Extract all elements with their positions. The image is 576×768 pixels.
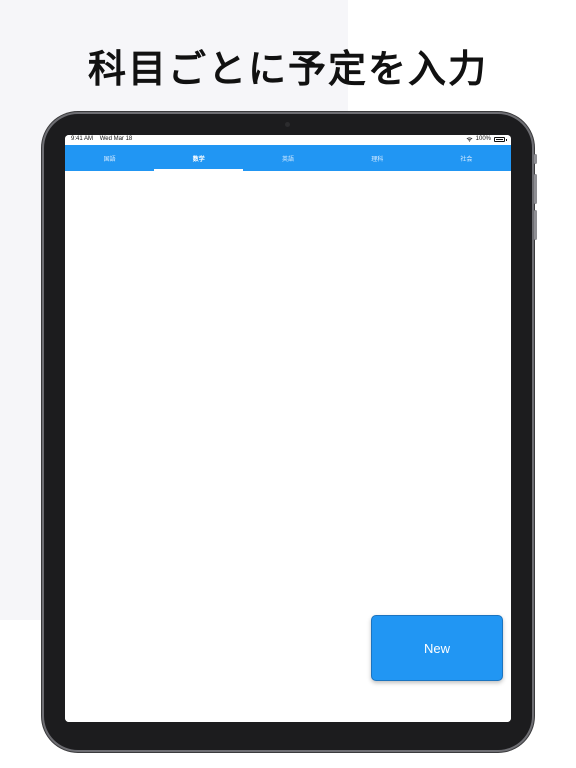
tab-eigo[interactable]: 英語 bbox=[243, 145, 332, 171]
tab-kokugo[interactable]: 国語 bbox=[65, 145, 154, 171]
status-bar: 9:41 AM Wed Mar 18 100% bbox=[65, 135, 511, 145]
page: 科目ごとに予定を入力 9:41 AM Wed Mar 18 100% 国語 数学… bbox=[0, 0, 576, 768]
tab-shakai[interactable]: 社会 bbox=[422, 145, 511, 171]
status-right: 100% bbox=[466, 136, 507, 142]
tab-rika[interactable]: 理科 bbox=[333, 145, 422, 171]
battery-icon bbox=[494, 136, 507, 142]
new-button-label: New bbox=[423, 640, 450, 656]
volume-down-button bbox=[534, 210, 537, 240]
battery-fill bbox=[496, 138, 503, 140]
new-button[interactable]: New bbox=[371, 615, 503, 681]
schedule-content-area: New bbox=[65, 171, 511, 722]
side-button bbox=[534, 154, 537, 164]
tab-sugaku[interactable]: 数学 bbox=[154, 145, 244, 171]
headline: 科目ごとに予定を入力 bbox=[87, 47, 488, 91]
tab-label: 英語 bbox=[282, 155, 295, 163]
screen: 9:41 AM Wed Mar 18 100% 国語 数学 英語 理科 社会 N… bbox=[65, 135, 511, 722]
tablet-frame: 9:41 AM Wed Mar 18 100% 国語 数学 英語 理科 社会 N… bbox=[44, 114, 537, 750]
tab-label: 国語 bbox=[103, 155, 116, 163]
subject-tab-bar: 国語 数学 英語 理科 社会 bbox=[65, 145, 511, 171]
wifi-icon bbox=[466, 136, 473, 142]
volume-up-button bbox=[534, 174, 537, 204]
status-left: 9:41 AM Wed Mar 18 bbox=[71, 136, 137, 142]
tab-label: 理科 bbox=[371, 155, 384, 163]
front-camera bbox=[285, 122, 290, 127]
battery-percent: 100% bbox=[475, 136, 491, 142]
status-date: Wed Mar 18 bbox=[99, 136, 133, 142]
status-time: 9:41 AM bbox=[71, 136, 94, 142]
tab-label: 数学 bbox=[192, 155, 205, 163]
tab-label: 社会 bbox=[460, 155, 473, 163]
